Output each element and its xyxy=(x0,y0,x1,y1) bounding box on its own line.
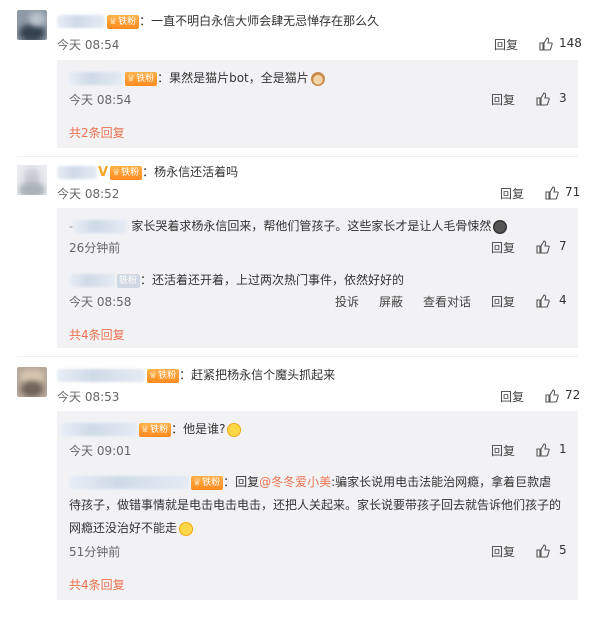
reply-button[interactable]: 回复 xyxy=(491,239,515,256)
reply-text: ：还活着还开着，上过两次热门事件，依然好好的 xyxy=(140,273,405,287)
comment-text: ：一直不明白永信大师会肆无忌惮存在那么久 xyxy=(139,14,380,28)
crown-icon: ♛ xyxy=(149,370,158,381)
fan-badge[interactable]: ♛ 铁粉 xyxy=(139,422,172,437)
reply-text-line2: 待孩子，做错事情就是电击电击电击，还把人关起来。家长说要带孩子回去就告诉他们孩子… xyxy=(69,498,562,512)
timestamp: 今天 08:52 xyxy=(57,187,120,201)
report-button[interactable]: 投诉 xyxy=(335,293,359,310)
divider xyxy=(17,156,578,157)
scared-emoji-icon xyxy=(493,219,508,234)
reply-2: 铁粉 ：还活着还开着，上过两次热门事件，依然好好的 xyxy=(69,271,404,288)
fan-badge[interactable]: ♛ 铁粉 xyxy=(191,475,224,490)
more-replies-link[interactable]: 共4条回复 xyxy=(69,326,125,343)
like-icon[interactable] xyxy=(539,37,553,51)
like-icon[interactable] xyxy=(545,186,559,200)
like-icon[interactable] xyxy=(536,443,550,457)
comment-header: ♛ 铁粉 ：赶紧把杨永信个魔头抓起来 xyxy=(57,366,335,383)
crown-icon: ♛ xyxy=(109,16,118,27)
crown-icon: ♛ xyxy=(193,477,202,488)
crying-emoji-icon xyxy=(179,521,194,536)
like-count: 72 xyxy=(565,388,581,402)
like-count: 4 xyxy=(559,293,567,307)
like-icon[interactable] xyxy=(536,92,550,106)
reply-1: ♛ 铁粉 ：他是谁? xyxy=(61,420,242,437)
timestamp: 今天 09:01 xyxy=(69,444,132,458)
fan-badge[interactable]: ♛ 铁粉 xyxy=(107,14,140,29)
reply-text-line3: 网瘾还没治好不能走 xyxy=(69,521,178,535)
block-button[interactable]: 屏蔽 xyxy=(379,293,403,310)
reply-button[interactable]: 回复 xyxy=(491,543,515,560)
fan-badge[interactable]: ♛ 铁粉 xyxy=(125,71,158,86)
like-icon[interactable] xyxy=(536,240,550,254)
crown-icon: ♛ xyxy=(141,424,150,435)
username[interactable] xyxy=(69,274,115,287)
like-icon[interactable] xyxy=(536,544,550,558)
reply-1: ♛ 铁粉 ：果然是猫片bot，全是猫片 xyxy=(69,69,325,86)
username[interactable] xyxy=(57,369,145,382)
username[interactable] xyxy=(61,423,137,436)
like-count: 7 xyxy=(559,239,567,253)
reply-button[interactable]: 回复 xyxy=(494,36,518,53)
like-icon[interactable] xyxy=(545,389,559,403)
mention-link[interactable]: @冬冬爱小美 xyxy=(259,475,331,489)
reply-text: ：他是谁? xyxy=(171,422,226,436)
username[interactable] xyxy=(57,15,105,28)
reply-text-line1: :骗家长说用电击法能治网瘾，拿着巨款虐 xyxy=(331,475,552,489)
view-conversation-button[interactable]: 查看对话 xyxy=(423,293,471,310)
reply-button[interactable]: 回复 xyxy=(500,185,524,202)
divider xyxy=(17,356,578,357)
timestamp: 51分钟前 xyxy=(69,545,121,559)
reply-button[interactable]: 回复 xyxy=(491,293,515,310)
reply-text-line3-row: 网瘾还没治好不能走 xyxy=(69,519,194,536)
reply-text: ：果然是猫片bot，全是猫片 xyxy=(157,71,309,85)
username[interactable] xyxy=(69,72,123,85)
timestamp: 今天 08:54 xyxy=(69,93,132,107)
reply-box: ♛ 铁粉 ：他是谁? 今天 09:01 回复 1 ♛ 铁粉 ：回复@冬冬爱小美:骗家长说… xyxy=(57,411,578,600)
username[interactable] xyxy=(69,476,189,489)
comment-header: V ♛ 铁粉 ：杨永信还活着吗 xyxy=(57,163,238,180)
timestamp: 今天 08:58 xyxy=(69,295,132,309)
reply-box: ♛ 铁粉 ：果然是猫片bot，全是猫片 今天 08:54 回复 3 共2条回复 xyxy=(57,60,578,148)
reply-button[interactable]: 回复 xyxy=(500,388,524,405)
reply-button[interactable]: 回复 xyxy=(491,442,515,459)
username[interactable] xyxy=(57,166,97,179)
avatar[interactable] xyxy=(17,367,47,397)
like-count: 71 xyxy=(565,185,581,199)
reply-button[interactable]: 回复 xyxy=(491,91,515,108)
reply-prefix: ：回复 xyxy=(223,475,260,489)
comment-text: ：杨永信还活着吗 xyxy=(142,165,239,179)
avatar[interactable] xyxy=(17,165,47,195)
timestamp: 26分钟前 xyxy=(69,241,121,255)
reply-text: 家长哭着求杨永信回来，帮他们管孩子。这些家长才是让人毛骨悚然 xyxy=(131,219,492,233)
laughing-emoji-icon xyxy=(227,422,242,437)
reply-2: ♛ 铁粉 ：回复@冬冬爱小美:骗家长说用电击法能治网瘾，拿着巨款虐 xyxy=(69,473,551,490)
verified-v-icon: V xyxy=(98,165,109,180)
reply-1: - 家长哭着求杨永信回来，帮他们管孩子。这些家长才是让人毛骨悚然 xyxy=(69,217,508,234)
fan-badge[interactable]: 铁粉 xyxy=(117,273,141,288)
comment-header: ♛ 铁粉 ：一直不明白永信大师会肆无忌惮存在那么久 xyxy=(57,12,379,29)
reply-box: - 家长哭着求杨永信回来，帮他们管孩子。这些家长才是让人毛骨悚然 26分钟前 回复… xyxy=(57,208,578,348)
like-icon[interactable] xyxy=(536,294,550,308)
like-count: 148 xyxy=(559,36,582,50)
username[interactable] xyxy=(73,220,128,233)
crown-icon: ♛ xyxy=(127,73,136,84)
timestamp: 今天 08:54 xyxy=(57,38,120,52)
more-replies-link[interactable]: 共4条回复 xyxy=(69,576,125,593)
like-count: 1 xyxy=(559,442,567,456)
comment-text: ：赶紧把杨永信个魔头抓起来 xyxy=(179,368,336,382)
fan-badge[interactable]: ♛ 铁粉 xyxy=(147,368,180,383)
like-count: 5 xyxy=(559,543,567,557)
timestamp: 今天 08:53 xyxy=(57,390,120,404)
cat-emoji-icon xyxy=(310,71,325,86)
avatar[interactable] xyxy=(17,10,47,40)
fan-badge[interactable]: ♛ 铁粉 xyxy=(110,165,143,180)
more-replies-link[interactable]: 共2条回复 xyxy=(69,124,125,141)
like-count: 3 xyxy=(559,91,567,105)
crown-icon: ♛ xyxy=(112,167,121,178)
